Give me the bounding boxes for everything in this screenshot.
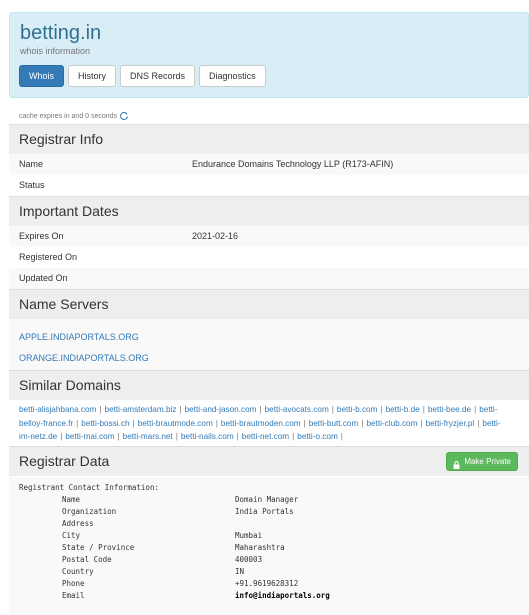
separator: | (99, 405, 102, 414)
date-row-updated: Updated On (9, 268, 529, 289)
field-label: Address (62, 519, 94, 528)
tab-dns-records[interactable]: DNS Records (120, 65, 196, 87)
make-private-button[interactable]: Make Private (446, 452, 518, 471)
row-label: Status (19, 180, 45, 190)
field-label: City (62, 531, 81, 540)
raw-title: Registrant Contact Information: (19, 483, 159, 492)
separator: | (175, 432, 178, 441)
field-value: Maharashtra (235, 543, 285, 552)
field-label: Phone (62, 579, 85, 588)
similar-domain-link[interactable]: betti-b.de (386, 405, 420, 414)
field-value: Domain Manager (235, 495, 299, 504)
similar-domain-link[interactable]: betti-net.com (242, 432, 289, 441)
similar-domain-link[interactable]: betti-mai.com (65, 432, 114, 441)
registrant-field: City Mumbai (62, 531, 462, 541)
refresh-icon[interactable] (120, 111, 129, 120)
row-label: Expires On (19, 231, 64, 241)
field-label: Name (62, 495, 81, 504)
similar-domain-link[interactable]: betti-nails.com (181, 432, 234, 441)
separator: | (259, 405, 262, 414)
section-name-servers: Name Servers (9, 289, 529, 319)
separator: | (236, 432, 239, 441)
separator: | (179, 405, 182, 414)
field-label: Email (62, 591, 85, 600)
similar-domain-link[interactable]: betti-avocats.com (265, 405, 329, 414)
registrant-field: Name Domain Manager (62, 495, 462, 505)
tab-history[interactable]: History (68, 65, 117, 87)
section-important-dates: Important Dates (9, 196, 529, 226)
separator: | (132, 418, 135, 428)
row-value: 2021-02-16 (192, 231, 239, 241)
separator: | (380, 405, 383, 414)
field-label: Postal Code (62, 555, 112, 564)
field-label: State / Province (62, 543, 135, 552)
field-value: info@indiaportals.org (235, 591, 330, 600)
similar-domain-link[interactable]: betti-o.com (297, 432, 338, 441)
tab-bar: Whois History DNS Records Diagnostics (19, 65, 266, 87)
name-server-link[interactable]: APPLE.INDIAPORTALS.ORG (19, 327, 139, 348)
registrant-field: Postal Code 400003 (62, 555, 462, 565)
field-value: Mumbai (235, 531, 263, 540)
similar-domain-link[interactable]: betti-mars.net (123, 432, 173, 441)
separator: | (215, 418, 218, 428)
raw-whois-block: Registrant Contact Information: Name Doma… (9, 477, 529, 615)
info-row-name: Name Endurance Domains Technology LLP (R… (9, 154, 529, 175)
similar-domain-link[interactable]: betti-fryzjer.pl (426, 419, 475, 428)
field-value: 400003 (235, 555, 263, 564)
date-row-expires: Expires On 2021-02-16 (9, 226, 529, 247)
separator: | (331, 405, 334, 414)
similar-domain-link[interactable]: betti-bossi.ch (81, 419, 129, 428)
similar-domain-link[interactable]: betti-b.com (337, 405, 378, 414)
field-label: Country (62, 567, 94, 576)
section-registrar-data: Registrar Data Make Private (9, 446, 529, 476)
page-header: betting.in whois information Whois Histo… (9, 12, 529, 98)
similar-domain-link[interactable]: betti-bee.de (428, 405, 471, 414)
name-server-link[interactable]: ORANGE.INDIAPORTALS.ORG (19, 348, 149, 369)
similar-domain-link[interactable]: betti-brautmoden.com (221, 419, 301, 428)
section-similar-domains: Similar Domains (9, 370, 529, 400)
registrant-field: State / Province Maharashtra (62, 543, 462, 553)
row-label: Updated On (19, 273, 68, 283)
similar-domain-link[interactable]: betti-amsterdam.biz (105, 405, 177, 414)
make-private-label: Make Private (464, 457, 511, 466)
separator: | (303, 418, 306, 428)
row-label: Registered On (19, 252, 78, 262)
similar-domain-link[interactable]: betti-brautmode.com (138, 419, 213, 428)
field-value: IN (235, 567, 245, 576)
info-row-status: Status (9, 175, 529, 196)
similar-domain-link[interactable]: betti-alisjahbana.com (19, 405, 96, 414)
registrant-field: Address (62, 519, 462, 529)
separator: | (340, 432, 343, 441)
separator: | (422, 405, 425, 414)
similar-domains-list: betti-alisjahbana.com | betti-amsterdam.bi… (19, 403, 505, 444)
date-row-registered: Registered On (9, 247, 529, 268)
cache-text: cache expires in and 0 seconds (19, 112, 118, 120)
tab-diagnostics[interactable]: Diagnostics (199, 65, 266, 87)
registrant-field: Country IN (62, 567, 462, 577)
domain-subtitle: whois information (20, 46, 91, 56)
separator: | (117, 432, 120, 441)
section-title: Registrar Data (19, 453, 110, 469)
lock-icon (453, 458, 460, 469)
row-value: Endurance Domains Technology LLP (R173-A… (192, 159, 394, 169)
field-value: +91.9619628312 (235, 579, 299, 588)
field-value: India Portals (235, 507, 294, 516)
similar-domain-link[interactable]: betti-club.com (366, 419, 417, 428)
field-label: Organization (62, 507, 117, 516)
similar-domain-link[interactable]: betti-and-jason.com (185, 405, 257, 414)
similar-domain-link[interactable]: betti-butt.com (309, 419, 359, 428)
separator: | (420, 418, 423, 428)
separator: | (474, 405, 477, 414)
row-label: Name (19, 159, 44, 169)
registrant-field: Organization India Portals (62, 507, 462, 517)
cache-status: cache expires in and 0 seconds (19, 111, 129, 120)
registrant-field: Phone +91.9619628312 (62, 579, 462, 589)
section-registrar-info: Registrar Info (9, 124, 529, 154)
registrant-field: Email info@indiaportals.org (62, 591, 462, 601)
domain-title: betting.in (20, 22, 102, 44)
tab-whois[interactable]: Whois (19, 65, 65, 87)
